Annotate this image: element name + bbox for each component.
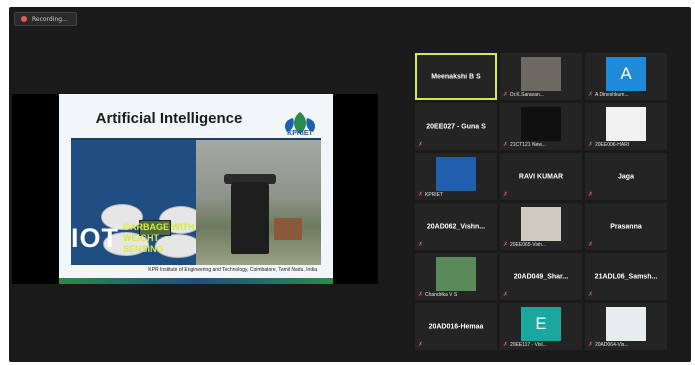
slide-bottom-bar xyxy=(59,278,333,284)
recording-indicator[interactable]: Recording... xyxy=(14,12,77,26)
slide-subtitle: GARBAGE WITH WEIGHT SENSING xyxy=(123,222,196,255)
participant-name: 20EE027 - Guna S xyxy=(426,123,486,130)
presentation-slide: Artificial Intelligence KPRIET IOT GARBA… xyxy=(59,94,333,284)
participant-tile[interactable]: ✗ KPRIET xyxy=(415,153,497,200)
participant-tile[interactable]: ✗ 20EE006-HARI xyxy=(585,103,667,150)
participant-avatar: A xyxy=(606,57,646,91)
muted-mic-icon: ✗ xyxy=(588,341,594,348)
subtitle-line-2: WEIGHT SENSING xyxy=(123,232,164,254)
participants-grid: Meenakshi B S ✗ Dr.K.Saravan... A ✗ A Dineshk… xyxy=(415,53,690,350)
iot-text: IOT xyxy=(71,222,119,253)
muted-mic-icon: ✗ xyxy=(418,341,424,348)
participant-name: 20AD016-Hemaa xyxy=(428,323,484,330)
muted-mic-icon: ✗ xyxy=(418,141,424,148)
participant-tile[interactable]: 21ADL06_Samsh... ✗ xyxy=(585,253,667,300)
participant-tile[interactable]: 20EE027 - Guna S ✗ xyxy=(415,103,497,150)
participant-label: A Dineshkum... xyxy=(595,92,629,98)
participant-tile[interactable]: Prasanna ✗ xyxy=(585,203,667,250)
participant-label: 21CT121 New... xyxy=(510,142,546,148)
muted-mic-icon: ✗ xyxy=(418,291,424,298)
muted-mic-icon: ✗ xyxy=(503,341,509,348)
record-dot-icon xyxy=(21,16,27,22)
participant-tile[interactable]: ✗ 20EE065-Vish... xyxy=(500,203,582,250)
participant-label: Dr.K.Saravan... xyxy=(510,92,544,98)
muted-mic-icon: ✗ xyxy=(588,91,594,98)
participant-tile[interactable]: RAVI KUMAR ✗ xyxy=(500,153,582,200)
muted-mic-icon: ✗ xyxy=(588,241,594,248)
participant-tile[interactable]: ✗ Chandrika V S xyxy=(415,253,497,300)
participant-name: 21ADL06_Samsh... xyxy=(594,273,658,280)
participant-label: 20AD064-Vis... xyxy=(595,342,629,348)
participant-label: 20EE006-HARI xyxy=(595,142,630,148)
subtitle-line-1: GARBAGE WITH xyxy=(123,221,195,232)
participant-name: RAVI KUMAR xyxy=(518,173,564,180)
participant-tile[interactable]: 20AD062_Vishn... ✗ xyxy=(415,203,497,250)
participant-tile[interactable]: ✗ 20AD064-Vis... xyxy=(585,303,667,350)
muted-mic-icon: ✗ xyxy=(503,91,509,98)
slide-title: Artificial Intelligence xyxy=(95,109,243,127)
participant-tile[interactable]: Meenakshi B S xyxy=(415,53,497,100)
muted-mic-icon: ✗ xyxy=(418,241,424,248)
participant-avatar xyxy=(521,57,561,91)
participant-tile[interactable]: ✗ 21CT121 New... xyxy=(500,103,582,150)
meeting-window: Recording... Artificial Intelligence KPR… xyxy=(9,7,691,362)
participant-tile[interactable]: ✗ Dr.K.Saravan... xyxy=(500,53,582,100)
slide-footer: KPR Institute of Engineering and Technol… xyxy=(148,267,317,273)
participant-tile[interactable]: A ✗ A Dineshkum... xyxy=(585,53,667,100)
participant-tile[interactable]: Jaga ✗ xyxy=(585,153,667,200)
participant-label: 20EE117 - Visl... xyxy=(510,342,547,348)
participant-name: 20AD062_Vishn... xyxy=(426,223,486,230)
slide-logo-text: KPRIET xyxy=(287,130,313,137)
participant-name: Prasanna xyxy=(610,223,642,230)
participant-name: Jaga xyxy=(618,173,634,180)
participant-label: KPRIET xyxy=(425,192,444,198)
avatar-letter: E xyxy=(535,314,547,333)
participant-avatar xyxy=(606,107,646,141)
muted-mic-icon: ✗ xyxy=(503,191,509,198)
muted-mic-icon: ✗ xyxy=(588,191,594,198)
muted-mic-icon: ✗ xyxy=(503,291,509,298)
avatar-letter: A xyxy=(620,64,632,83)
shared-screen[interactable]: Artificial Intelligence KPRIET IOT GARBA… xyxy=(12,94,378,284)
participant-name: Meenakshi B S xyxy=(431,73,481,80)
participant-label: Chandrika V S xyxy=(425,292,458,298)
participant-label: 20EE065-Vish... xyxy=(510,242,547,248)
participant-name: 20AD049_Shar... xyxy=(513,273,569,280)
participant-avatar: E xyxy=(521,307,561,341)
recording-label: Recording... xyxy=(32,15,68,23)
muted-mic-icon: ✗ xyxy=(418,191,424,198)
participant-tile[interactable]: 20AD016-Hemaa ✗ xyxy=(415,303,497,350)
muted-mic-icon: ✗ xyxy=(588,141,594,148)
participant-tile[interactable]: E ✗ 20EE117 - Visl... xyxy=(500,303,582,350)
participant-tile[interactable]: 20AD049_Shar... ✗ xyxy=(500,253,582,300)
muted-mic-icon: ✗ xyxy=(503,141,509,148)
muted-mic-icon: ✗ xyxy=(503,241,509,248)
muted-mic-icon: ✗ xyxy=(588,291,594,298)
participant-avatar xyxy=(606,307,646,341)
participant-avatar xyxy=(521,107,561,141)
participant-avatar xyxy=(436,157,476,191)
participant-avatar xyxy=(521,207,561,241)
participant-avatar xyxy=(436,257,476,291)
garbage-bin-photo xyxy=(196,140,321,265)
slide-heading: IOT GARBAGE WITH WEIGHT SENSING xyxy=(71,216,196,260)
